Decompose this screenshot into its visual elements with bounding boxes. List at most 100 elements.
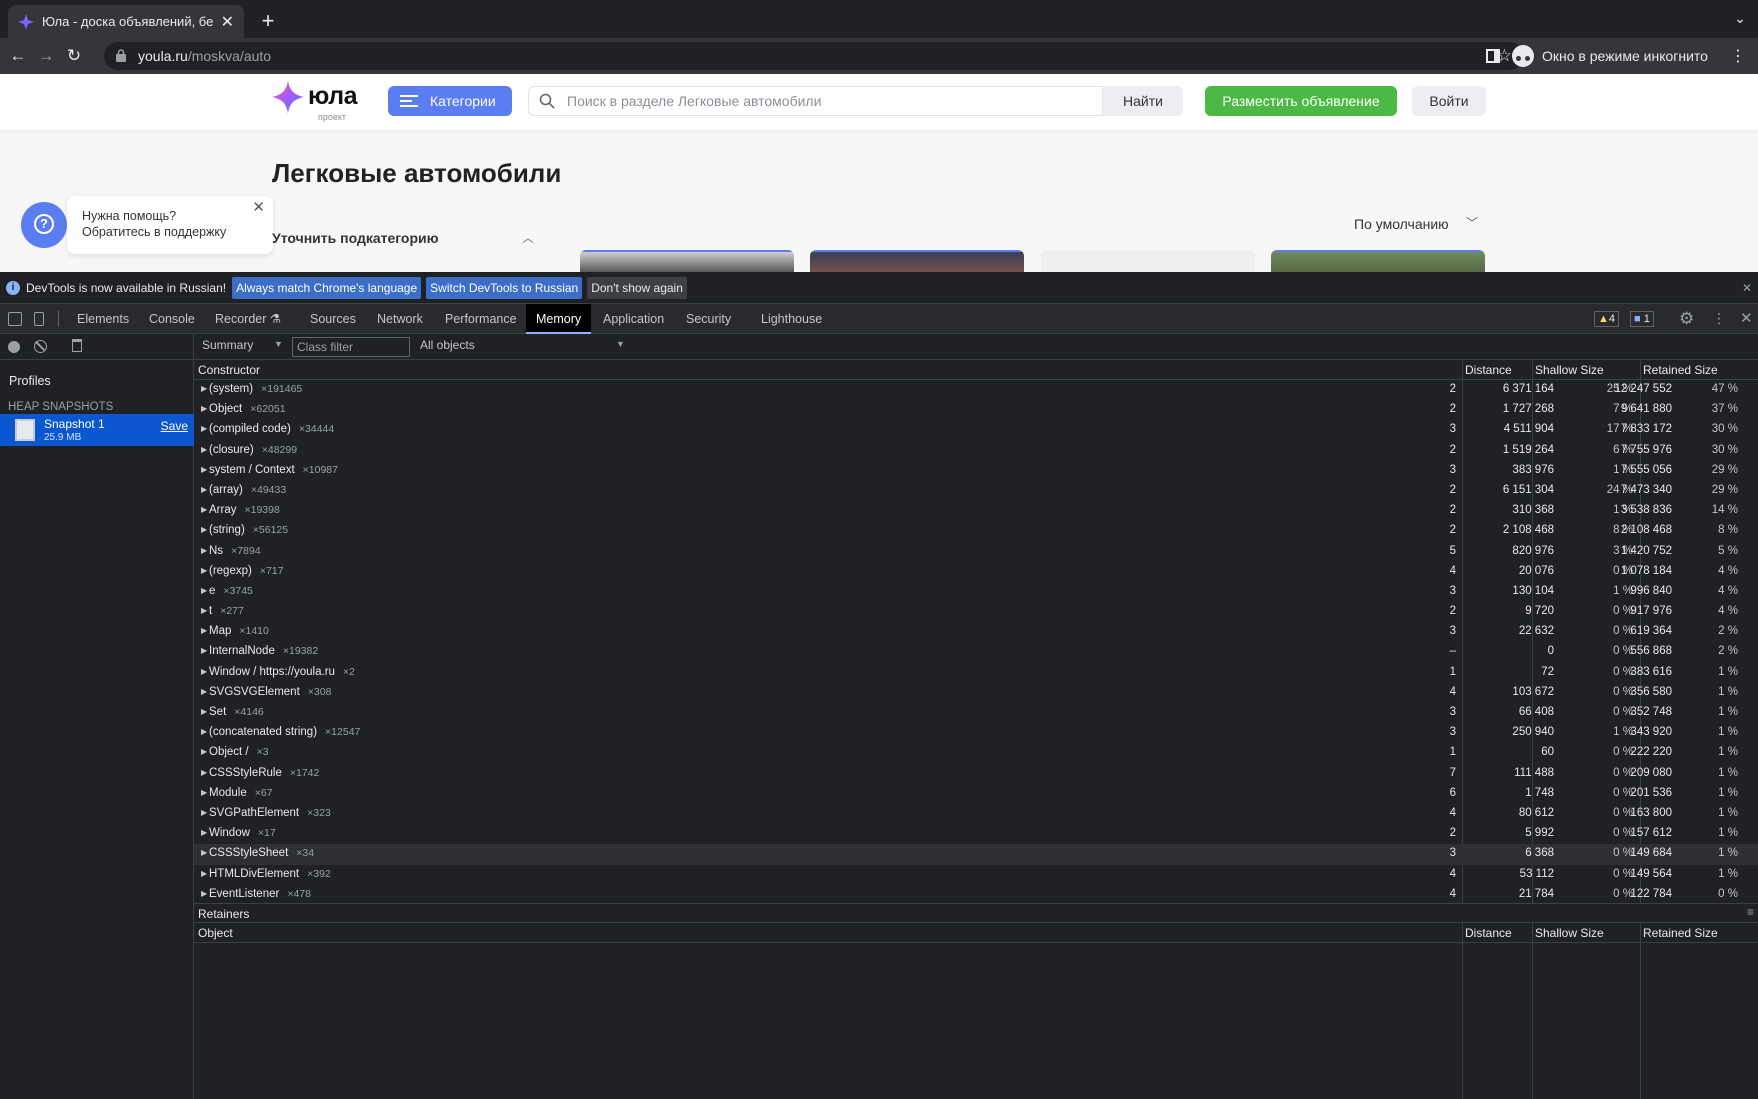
messages-badge[interactable]: ■ 1 <box>1630 311 1654 327</box>
expand-triangle-icon[interactable]: ▶ <box>201 445 207 454</box>
table-row[interactable]: ▶ EventListener ×478 4 21 784 0 % 122 784 0 % <box>194 885 1758 903</box>
expand-triangle-icon[interactable]: ▶ <box>201 465 207 474</box>
table-row[interactable]: ▶ Array ×19398 2 310 368 1 % 3 538 836 14 % <box>194 501 1758 521</box>
table-row[interactable]: ▶ Window ×17 2 5 992 0 % 157 612 1 % <box>194 824 1758 844</box>
reload-icon[interactable]: ↻ <box>64 46 84 66</box>
expand-triangle-icon[interactable]: ▶ <box>201 626 207 635</box>
close-tooltip-icon[interactable]: ✕ <box>252 200 265 216</box>
expand-triangle-icon[interactable]: ▶ <box>201 505 207 514</box>
col-retainer-distance[interactable]: Distance <box>1465 926 1512 940</box>
tab-performance[interactable]: Performance <box>435 304 527 334</box>
expand-triangle-icon[interactable]: ▶ <box>201 606 207 615</box>
table-row[interactable]: ▶ Set ×4146 3 66 408 0 % 352 748 1 % <box>194 703 1758 723</box>
expand-triangle-icon[interactable]: ▶ <box>201 808 207 817</box>
address-bar[interactable]: youla.ru/moskva/auto ☆ <box>104 42 1524 70</box>
table-row[interactable]: ▶ system / Context ×10987 3 383 976 1 % 7 555 … <box>194 461 1758 481</box>
tab-console[interactable]: Console <box>139 304 205 334</box>
device-toolbar-icon[interactable] <box>34 312 44 326</box>
post-ad-button[interactable]: Разместить объявление <box>1205 86 1397 116</box>
table-row[interactable]: ▶ (concatenated string) ×12547 3 250 940 1 % 3… <box>194 723 1758 743</box>
expand-triangle-icon[interactable]: ▶ <box>201 687 207 696</box>
table-row[interactable]: ▶ (regexp) ×717 4 20 076 0 % 1 078 184 4 % <box>194 562 1758 582</box>
forward-icon[interactable]: → <box>36 46 56 66</box>
snapshot-item[interactable]: Snapshot 1 25.9 MB Save <box>0 414 194 446</box>
youla-logo[interactable]: юла проект <box>272 78 372 124</box>
inspect-element-icon[interactable] <box>8 312 22 326</box>
find-button[interactable]: Найти <box>1103 86 1183 116</box>
table-row[interactable]: ▶ Map ×1410 3 22 632 0 % 619 364 2 % <box>194 622 1758 642</box>
incognito-icon[interactable] <box>1512 45 1534 67</box>
table-row[interactable]: ▶ CSSStyleRule ×1742 7 111 488 0 % 209 080 1 % <box>194 764 1758 784</box>
table-row[interactable]: ▶ (string) ×56125 2 2 108 468 8 % 2 108 468 8 % <box>194 521 1758 541</box>
tab-lighthouse[interactable]: Lighthouse <box>751 304 832 334</box>
listing-card[interactable] <box>1271 250 1485 272</box>
incognito-label[interactable]: Окно в режиме инкогнито <box>1542 48 1708 64</box>
subcategory-toggle[interactable]: Уточнить подкатегорию <box>272 230 439 246</box>
browser-tab[interactable]: Юла - доска объявлений, бесплатные объяв… <box>8 5 244 38</box>
back-icon[interactable]: ← <box>8 46 28 66</box>
expand-triangle-icon[interactable]: ▶ <box>201 546 207 555</box>
record-icon[interactable] <box>8 341 20 353</box>
table-row[interactable]: ▶ CSSStyleSheet ×34 3 6 368 0 % 149 684 1 % <box>194 844 1758 865</box>
table-row[interactable]: ▶ SVGSVGElement ×308 4 103 672 0 % 356 580 1 % <box>194 683 1758 703</box>
listing-card[interactable] <box>580 250 794 272</box>
col-shallow-size[interactable]: Shallow Size <box>1535 363 1604 377</box>
expand-triangle-icon[interactable]: ▶ <box>201 727 207 736</box>
expand-triangle-icon[interactable]: ▶ <box>201 768 207 777</box>
col-object[interactable]: Object <box>198 926 233 940</box>
table-row[interactable]: ▶ (system) ×191465 2 6 371 164 25 % 12 247 552… <box>194 380 1758 400</box>
tab-security[interactable]: Security <box>676 304 741 334</box>
chevron-up-icon[interactable]: ︿ <box>522 229 534 246</box>
expand-triangle-icon[interactable]: ▶ <box>201 869 207 878</box>
expand-triangle-icon[interactable]: ▶ <box>201 667 207 676</box>
table-row[interactable]: ▶ InternalNode ×19382–0 0 % 556 868 2 % <box>194 642 1758 662</box>
table-row[interactable]: ▶ Window / https://youla.ru ×2 1 72 0 % 383 61… <box>194 663 1758 683</box>
col-retainer-retained[interactable]: Retained Size <box>1643 926 1718 940</box>
tab-search-chevron-icon[interactable]: ⌄ <box>1734 10 1746 27</box>
expand-triangle-icon[interactable]: ▶ <box>201 525 207 534</box>
retainers-menu-icon[interactable]: ≡ <box>1747 905 1754 919</box>
dont-show-again-button[interactable]: Don't show again <box>587 276 687 299</box>
col-retained-size[interactable]: Retained Size <box>1643 363 1718 377</box>
listing-card[interactable] <box>1041 250 1255 272</box>
expand-triangle-icon[interactable]: ▶ <box>201 848 207 857</box>
view-select[interactable]: Summary <box>202 338 253 352</box>
expand-triangle-icon[interactable]: ▶ <box>201 586 207 595</box>
login-button[interactable]: Войти <box>1412 86 1486 116</box>
objects-select[interactable]: All objects <box>420 338 475 352</box>
table-row[interactable]: ▶ HTMLDivElement ×392 4 53 112 0 % 149 564 1 % <box>194 865 1758 885</box>
class-filter-input[interactable] <box>292 337 410 357</box>
browser-menu-icon[interactable]: ⋮ <box>1730 46 1746 66</box>
expand-triangle-icon[interactable]: ▶ <box>201 404 207 413</box>
close-tab-icon[interactable]: ✕ <box>221 12 234 32</box>
save-snapshot-link[interactable]: Save <box>161 419 188 433</box>
close-infobar-icon[interactable]: ✕ <box>1742 281 1752 295</box>
expand-triangle-icon[interactable]: ▶ <box>201 747 207 756</box>
col-distance[interactable]: Distance <box>1465 363 1512 377</box>
tab-recorder[interactable]: Recorder ⚗ <box>205 304 291 334</box>
gear-icon[interactable]: ⚙ <box>1679 309 1694 329</box>
table-row[interactable]: ▶ (closure) ×48299 2 1 519 264 6 % 7 755 976 30… <box>194 441 1758 461</box>
table-row[interactable]: ▶ Ns ×7894 5 820 976 3 % 1 420 752 5 % <box>194 542 1758 562</box>
expand-triangle-icon[interactable]: ▶ <box>201 424 207 433</box>
categories-button[interactable]: Категории <box>388 86 512 116</box>
expand-triangle-icon[interactable]: ▶ <box>201 566 207 575</box>
clear-icon[interactable] <box>34 340 47 353</box>
table-row[interactable]: ▶ e ×3745 3 130 104 1 % 996 840 4 % <box>194 582 1758 602</box>
warnings-badge[interactable]: ▲4 <box>1594 311 1620 327</box>
table-row[interactable]: ▶ Object / ×3 1 60 0 % 222 220 1 % <box>194 743 1758 763</box>
tab-network[interactable]: Network <box>367 304 433 334</box>
search-input[interactable] <box>567 92 1087 110</box>
table-row[interactable]: ▶ Module ×67 6 1 748 0 % 201 536 1 % <box>194 784 1758 804</box>
devtools-menu-icon[interactable]: ⋮ <box>1712 310 1726 327</box>
table-row[interactable]: ▶ SVGPathElement ×323 4 80 612 0 % 163 800 1 % <box>194 804 1758 824</box>
expand-triangle-icon[interactable]: ▶ <box>201 788 207 797</box>
tab-application[interactable]: Application <box>593 304 674 334</box>
match-language-button[interactable]: Always match Chrome's language <box>232 276 422 299</box>
view-dropdown-icon[interactable]: ▼ <box>274 339 283 349</box>
chevron-down-icon[interactable]: ﹀ <box>1466 214 1478 231</box>
side-panel-icon[interactable] <box>1486 49 1500 63</box>
expand-triangle-icon[interactable]: ▶ <box>201 889 207 898</box>
expand-triangle-icon[interactable]: ▶ <box>201 707 207 716</box>
expand-triangle-icon[interactable]: ▶ <box>201 485 207 494</box>
